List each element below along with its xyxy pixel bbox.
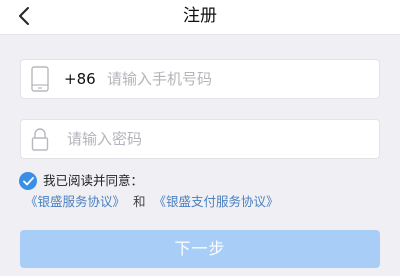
- agreement-text: 我已阅读并同意：: [43, 173, 144, 188]
- phone-input[interactable]: [107, 60, 367, 98]
- nav-bar: 注册: [0, 0, 400, 35]
- next-button[interactable]: 下一步: [20, 230, 380, 268]
- password-field[interactable]: [20, 119, 380, 159]
- payment-agreement-link[interactable]: 《银盛支付服务协议》: [154, 194, 279, 209]
- agreement-conjunction: 和: [133, 194, 146, 209]
- phone-field[interactable]: +86: [20, 59, 380, 99]
- agreement-checkbox[interactable]: [19, 172, 37, 190]
- country-code[interactable]: +86: [64, 60, 96, 98]
- lock-icon: [31, 126, 49, 156]
- page-title: 注册: [183, 6, 217, 26]
- checkmark-icon: [22, 176, 34, 185]
- service-agreement-link[interactable]: 《银盛服务协议》: [25, 194, 125, 209]
- mobile-phone-icon: [31, 66, 49, 96]
- password-input[interactable]: [67, 120, 367, 158]
- agreement-links: 《银盛服务协议》 和 《银盛支付服务协议》: [25, 193, 279, 211]
